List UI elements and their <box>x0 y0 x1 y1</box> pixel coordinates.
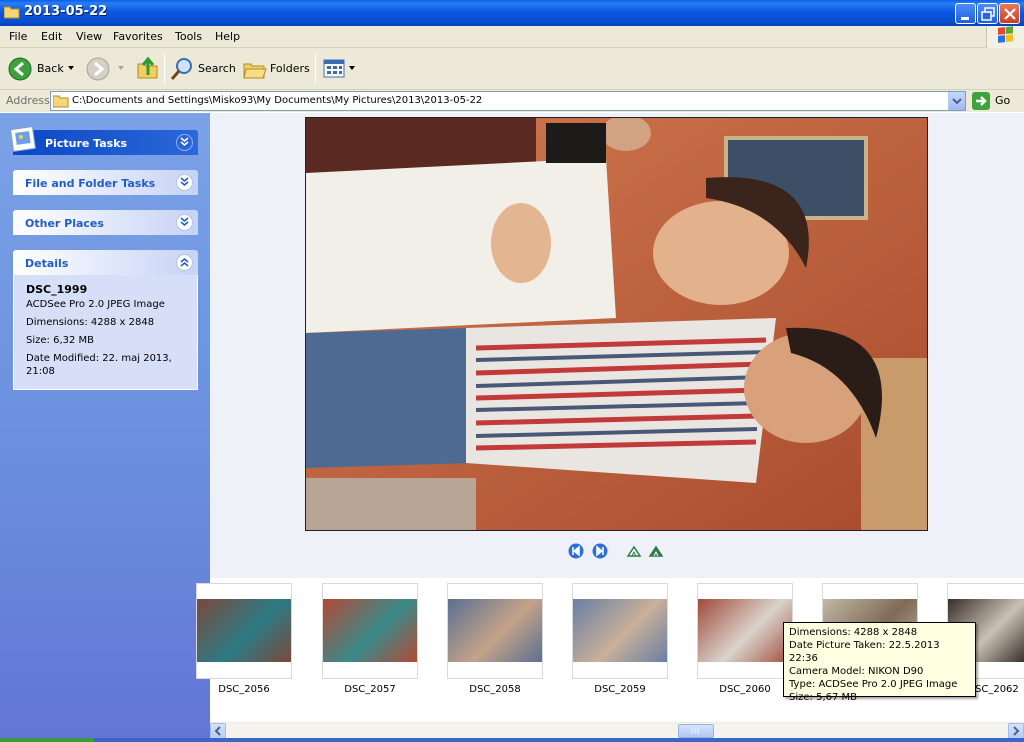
picture-tasks-icon <box>10 126 36 152</box>
go-arrow-icon <box>972 92 990 110</box>
chevron-right-icon <box>1013 726 1020 736</box>
forward-arrow-icon <box>86 57 110 81</box>
scroll-left-button[interactable] <box>210 723 226 739</box>
chevron-down-icon[interactable] <box>68 66 76 72</box>
up-folder-button[interactable] <box>136 55 160 83</box>
menu-bar: File Edit View Favorites Tools Help <box>0 26 1024 48</box>
up-folder-icon <box>137 56 158 79</box>
previous-image-button[interactable] <box>568 543 584 559</box>
thumbnail-caption: DSC_2060 <box>719 684 771 695</box>
folder-icon <box>53 95 69 108</box>
search-label: Search <box>198 62 236 75</box>
views-icon <box>323 59 345 78</box>
menu-file[interactable]: File <box>9 30 27 43</box>
other-places-header[interactable]: Other Places <box>13 210 198 235</box>
thumbnail-caption: SC_2062 <box>975 684 1019 695</box>
chevron-left-icon <box>214 726 221 736</box>
views-button[interactable] <box>322 55 358 83</box>
folder-icon <box>4 6 20 19</box>
scroll-thumb[interactable] <box>678 724 714 738</box>
window-title: 2013-05-22 <box>24 4 108 19</box>
go-label: Go <box>995 94 1011 107</box>
thumbnail-caption: DSC_2056 <box>218 684 270 695</box>
preview-photo[interactable] <box>305 117 928 531</box>
menu-edit[interactable]: Edit <box>41 30 62 43</box>
address-input[interactable]: C:\Documents and Settings\Misko93\My Doc… <box>50 91 966 111</box>
menu-tools[interactable]: Tools <box>175 30 202 43</box>
thumbnail[interactable] <box>572 583 668 679</box>
chevron-down-icon <box>952 98 962 105</box>
restore-button[interactable] <box>977 3 998 24</box>
address-dropdown-button[interactable] <box>948 92 965 110</box>
menu-view[interactable]: View <box>76 30 102 43</box>
back-label: Back <box>37 62 64 75</box>
close-button[interactable] <box>999 3 1020 24</box>
back-arrow-icon <box>8 57 32 81</box>
back-button[interactable]: Back <box>8 55 78 83</box>
windows-logo-icon <box>986 26 1024 48</box>
other-places-title: Other Places <box>25 217 104 230</box>
chevron-down-icon[interactable] <box>118 66 126 72</box>
search-icon <box>170 58 192 80</box>
details-type: ACDSee Pro 2.0 JPEG Image <box>26 299 165 310</box>
details-date-modified: Date Modified: 22. maj 2013, 21:08 <box>26 353 172 377</box>
thumbnail[interactable] <box>322 583 418 679</box>
address-bar: Address C:\Documents and Settings\Misko9… <box>0 90 1024 112</box>
details-title: Details <box>25 257 69 270</box>
folders-label: Folders <box>270 62 310 75</box>
tooltip-size: Size: 5,67 MB <box>789 692 858 703</box>
search-button[interactable]: Search <box>170 55 236 83</box>
file-folder-tasks-title: File and Folder Tasks <box>25 177 156 190</box>
folders-button[interactable]: Folders <box>243 55 310 83</box>
expand-chevron-icon[interactable] <box>176 214 193 231</box>
collapse-chevron-icon[interactable] <box>176 254 193 271</box>
expand-chevron-icon[interactable] <box>176 174 193 191</box>
details-header[interactable]: Details <box>13 250 198 275</box>
tooltip-camera-model: Camera Model: NIKON D90 <box>789 666 924 677</box>
folders-icon <box>243 63 267 79</box>
picture-tasks-header[interactable]: Picture Tasks <box>10 126 198 155</box>
collapse-chevron-icon[interactable] <box>176 134 193 151</box>
menu-help[interactable]: Help <box>215 30 240 43</box>
details-panel: DSC_1999 ACDSee Pro 2.0 JPEG Image Dimen… <box>13 275 198 390</box>
photo-image <box>306 118 927 530</box>
go-button[interactable]: Go <box>972 91 1022 111</box>
thumbnail[interactable] <box>196 583 292 679</box>
tooltip-dimensions: Dimensions: 4288 x 2848 <box>789 627 918 638</box>
address-path: C:\Documents and Settings\Misko93\My Doc… <box>72 95 483 106</box>
image-preview-area <box>210 113 1024 578</box>
details-dimensions: Dimensions: 4288 x 2848 <box>26 317 155 328</box>
file-folder-tasks-header[interactable]: File and Folder Tasks <box>13 170 198 195</box>
thumbnail[interactable] <box>697 583 793 679</box>
next-image-button[interactable] <box>592 543 608 559</box>
tooltip-date-taken: Date Picture Taken: 22.5.2013 22:36 <box>789 640 940 664</box>
chevron-down-icon[interactable] <box>349 66 357 72</box>
file-info-tooltip: Dimensions: 4288 x 2848 Date Picture Tak… <box>783 622 976 703</box>
thumbnail-caption: DSC_2059 <box>594 684 646 695</box>
task-pane: Picture Tasks File and Folder Tasks Othe… <box>0 113 210 742</box>
menu-favorites[interactable]: Favorites <box>113 30 163 43</box>
tooltip-type: Type: ACDSee Pro 2.0 JPEG Image <box>789 679 958 690</box>
thumbnail-caption: DSC_2057 <box>344 684 396 695</box>
scroll-right-button[interactable] <box>1008 723 1024 739</box>
thumbnail-caption: DSC_2058 <box>469 684 521 695</box>
title-bar[interactable]: 2013-05-22 <box>0 0 1024 26</box>
thumbnail[interactable] <box>447 583 543 679</box>
picture-tasks-title: Picture Tasks <box>45 137 128 150</box>
rotate-counterclockwise-button[interactable] <box>648 543 664 559</box>
horizontal-scrollbar[interactable] <box>210 722 1024 739</box>
details-filename: DSC_1999 <box>26 283 88 296</box>
forward-button[interactable] <box>86 55 126 83</box>
minimize-button[interactable] <box>955 3 976 24</box>
taskbar-edge <box>0 738 1024 742</box>
toolbar: Back Search Folders <box>0 48 1024 90</box>
address-label: Address <box>6 94 50 107</box>
rotate-clockwise-button[interactable] <box>626 543 642 559</box>
details-size: Size: 6,32 MB <box>26 335 95 346</box>
